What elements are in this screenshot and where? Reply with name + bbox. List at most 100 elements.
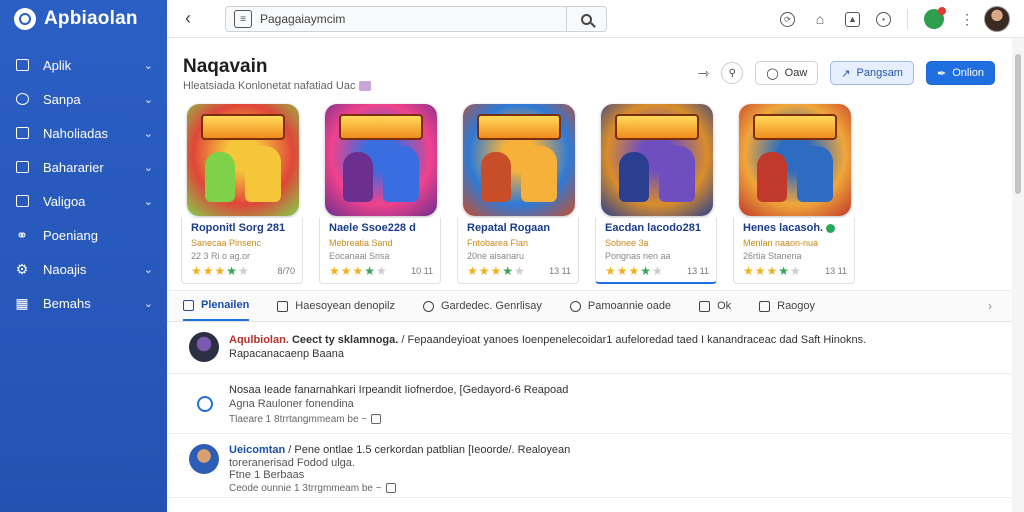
- gear-icon: ⚙: [15, 260, 29, 277]
- post-line: Aqulbiolan. Ceect ty sklamnoga. / Fepaan…: [229, 334, 866, 346]
- post-text: / Fepaandeyioat yanoes Ioenpenelecoidar1…: [398, 334, 867, 346]
- section-subtitle: Hleatsiada Konlonetat nafatiad Uac: [183, 80, 372, 92]
- chart-icon[interactable]: ▲: [845, 11, 860, 27]
- program-label: Pangsam: [856, 67, 903, 79]
- home-icon[interactable]: ⌂: [811, 10, 829, 28]
- app-card[interactable]: Repatal Rogaan Fntobarea Flan 20ne aisan…: [457, 100, 579, 286]
- divider: [907, 9, 908, 29]
- refresh-icon[interactable]: ⟳: [780, 11, 795, 27]
- sidebar-item-label: Poeniang: [43, 227, 98, 243]
- sidebar-item-poeniang[interactable]: ⚭ Poeniang: [0, 218, 167, 252]
- tab-label: Raogoy: [777, 300, 816, 312]
- post-avatar[interactable]: [189, 444, 219, 474]
- star-rating: ★★★★★: [467, 264, 526, 278]
- app-size: 13 11: [549, 266, 571, 276]
- comment-icon[interactable]: [385, 483, 396, 494]
- sidebar-item-naholiadas[interactable]: Naholiadas ⌄: [0, 116, 167, 150]
- character-art: [205, 152, 235, 202]
- app-size: 13 11: [825, 266, 847, 276]
- post-author[interactable]: Ueicomtan: [229, 444, 285, 456]
- app-banner-art: [339, 114, 423, 140]
- post-meta: Tlaeare 1 8trrtangmmeam be ~: [229, 414, 382, 425]
- sidebar-item-label: Sanpa: [43, 91, 81, 107]
- post-line: Ueicomtan / Pene ontlae 1.5 cerkordan pa…: [229, 444, 570, 456]
- app-card[interactable]: Eacdan lacodo281 Sobnee 3a Pongnas nen a…: [595, 100, 717, 286]
- character-art: [757, 152, 787, 202]
- program-button[interactable]: ↗ Pangsam: [830, 61, 914, 85]
- radio-circle-icon[interactable]: [197, 396, 213, 412]
- scrollbar[interactable]: [1012, 38, 1024, 512]
- post-avatar[interactable]: [189, 332, 219, 362]
- brand[interactable]: Apbiaolan: [0, 0, 167, 38]
- search-button[interactable]: [566, 7, 606, 31]
- tag-icon: [14, 91, 30, 107]
- character-art: [481, 152, 511, 202]
- tab-label: Plenailen: [201, 299, 250, 311]
- app-meta: Eocanaai Snsa: [329, 251, 390, 261]
- watch-label: Oaw: [784, 67, 808, 79]
- app-developer: Menlan naaon-nua: [743, 238, 819, 248]
- sidebar-item-naoajis[interactable]: ⚙ Naoajis ⌄: [0, 252, 167, 286]
- chevron-right-icon[interactable]: ›: [988, 299, 992, 313]
- forward-arrow-icon[interactable]: ⇾: [698, 65, 710, 82]
- feed-post[interactable]: Ueicomtan / Pene ontlae 1.5 cerkordan pa…: [167, 434, 1012, 498]
- character-art: [619, 152, 649, 202]
- primary-action-label: Onlion: [952, 67, 984, 79]
- emoji-icon: [359, 81, 372, 92]
- sidebar-item-aplik[interactable]: Aplik ⌄: [0, 48, 167, 82]
- notifications-icon[interactable]: [924, 7, 946, 29]
- app-meta: Pongnas nen aa: [605, 251, 671, 261]
- settings-icon[interactable]: •: [876, 11, 891, 27]
- sidebar-item-bahararier[interactable]: Bahararier ⌄: [0, 150, 167, 184]
- comment-icon[interactable]: [371, 414, 382, 425]
- window-icon: [14, 193, 30, 209]
- star-rating: ★★★★★: [191, 264, 250, 278]
- app-banner-art: [201, 114, 285, 140]
- search-input[interactable]: [252, 7, 566, 31]
- more-options-icon[interactable]: ⋮: [960, 11, 974, 28]
- section-actions: ⇾ ⚲ ◯ Oaw ↗ Pangsam ✒ Onlion: [698, 61, 995, 85]
- top-bar: ‹ ≡ ⟳ ⌂ ▲ • ⋮: [167, 0, 1024, 38]
- verified-badge-icon: [826, 223, 836, 233]
- post-subline: toreranerisad Fodod ulga.: [229, 457, 355, 469]
- tab-6[interactable]: Raogoy: [759, 291, 815, 321]
- tab-3[interactable]: Gardedec. Genrlisay: [422, 291, 542, 321]
- app-card[interactable]: Naele Ssoe228 d Mebreatia Sand Eocanaai …: [319, 100, 441, 286]
- tab-4[interactable]: Pamoannie oade: [569, 291, 671, 321]
- sidebar-item-label: Naholiadas: [43, 125, 109, 141]
- back-arrow-icon[interactable]: ‹: [185, 8, 191, 29]
- feed-post[interactable]: Aqulbiolan. Ceect ty sklamnoga. / Fepaan…: [167, 324, 1012, 374]
- sidebar-item-sanpa[interactable]: Sanpa ⌄: [0, 82, 167, 116]
- scrollbar-thumb[interactable]: [1015, 54, 1021, 194]
- user-avatar[interactable]: [984, 6, 1010, 32]
- box-icon: [759, 300, 771, 312]
- app-size: 8/70: [277, 266, 295, 276]
- tab-1[interactable]: Plenailen: [183, 291, 250, 321]
- list-icon: [277, 300, 289, 312]
- sidebar-item-bemahs[interactable]: ▦ Bemahs ⌄: [0, 286, 167, 320]
- app-card[interactable]: Henes lacasoh. Menlan naaon-nua 26rtia S…: [733, 100, 855, 286]
- app-name: Roponitl Sorg 281: [191, 222, 286, 234]
- app-thumbnail[interactable]: [739, 104, 851, 216]
- app-card[interactable]: Roponitl Sorg 281 Sanecaa Pinsenc 22 3 R…: [181, 100, 303, 286]
- section-subtitle-text: Hleatsiada Konlonetat nafatiad Uac: [183, 80, 356, 92]
- tab-5[interactable]: Ok: [699, 291, 731, 321]
- star-rating: ★★★★★: [743, 264, 802, 278]
- app-thumbnail[interactable]: [187, 104, 299, 216]
- app-thumbnail[interactable]: [601, 104, 713, 216]
- sidebar-item-label: Aplik: [43, 57, 72, 73]
- app-thumbnail[interactable]: [325, 104, 437, 216]
- post-author[interactable]: Aqulbiolan.: [229, 334, 289, 346]
- search-icon[interactable]: ⚲: [721, 62, 744, 84]
- tab-label: Ok: [717, 300, 732, 312]
- app-thumbnail[interactable]: [463, 104, 575, 216]
- chevron-down-icon: ⌄: [143, 127, 153, 140]
- feed-post[interactable]: Nosaa Ieade fanarnahkari Irpeandit Iiofn…: [167, 374, 1012, 434]
- image-icon: [14, 159, 30, 175]
- watch-button[interactable]: ◯ Oaw: [755, 61, 819, 85]
- post-text: / Pene ontlae 1.5 cerkordan patblian [Ie…: [285, 444, 571, 456]
- tab-2[interactable]: Haesoyean denopilz: [277, 291, 395, 321]
- app-banner-art: [753, 114, 837, 140]
- primary-action-button[interactable]: ✒ Onlion: [925, 61, 995, 85]
- sidebar-item-valigoa[interactable]: Valigoa ⌄: [0, 184, 167, 218]
